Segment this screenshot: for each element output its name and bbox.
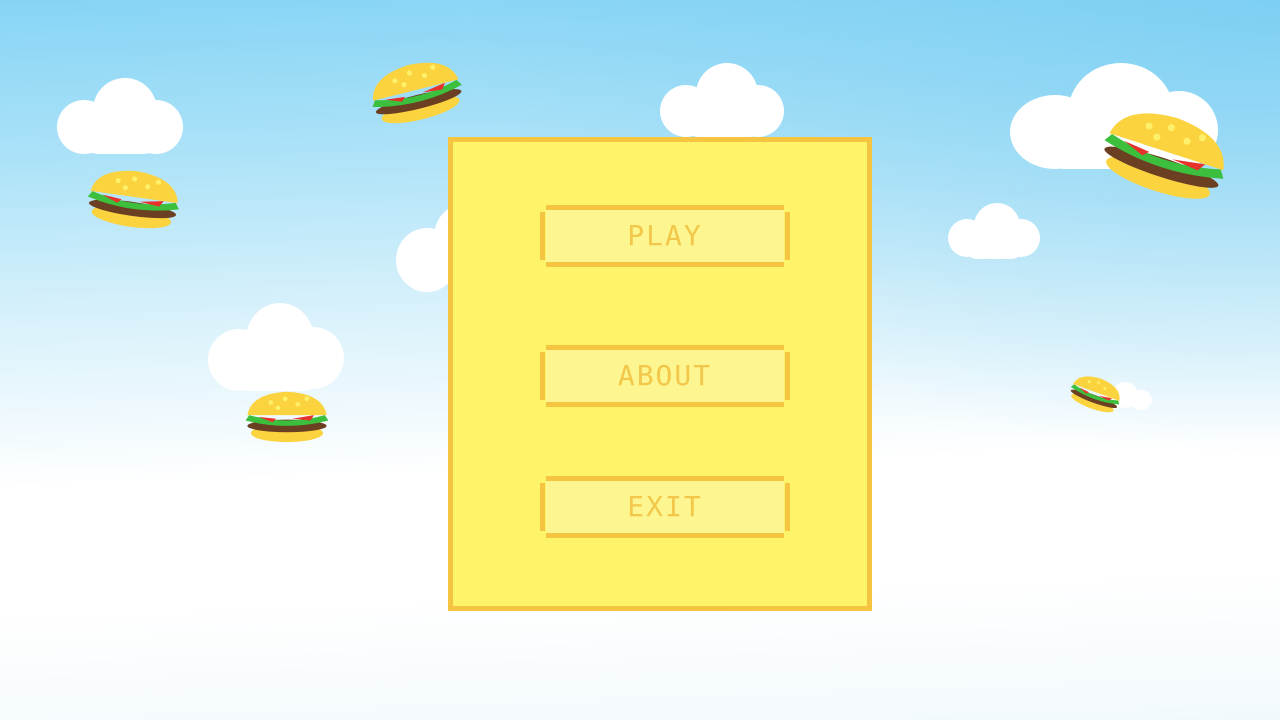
play-button[interactable]: PLAY — [540, 205, 790, 267]
game-scene: PLAY ABOUT EXIT — [0, 0, 1280, 720]
cloud — [660, 63, 786, 137]
main-menu-panel: PLAY ABOUT EXIT — [448, 137, 872, 611]
burger-icon — [242, 386, 332, 446]
exit-button-label: EXIT — [627, 490, 703, 523]
cloud — [57, 78, 183, 154]
burger-icon — [80, 158, 188, 237]
cloud — [948, 203, 1040, 259]
about-button[interactable]: ABOUT — [540, 345, 790, 407]
burger-icon — [1087, 89, 1244, 217]
cloud — [208, 303, 344, 391]
play-button-label: PLAY — [627, 219, 703, 252]
burger-icon — [360, 47, 473, 135]
burger-icon — [1063, 366, 1129, 421]
about-button-label: ABOUT — [617, 359, 713, 392]
exit-button[interactable]: EXIT — [540, 476, 790, 538]
